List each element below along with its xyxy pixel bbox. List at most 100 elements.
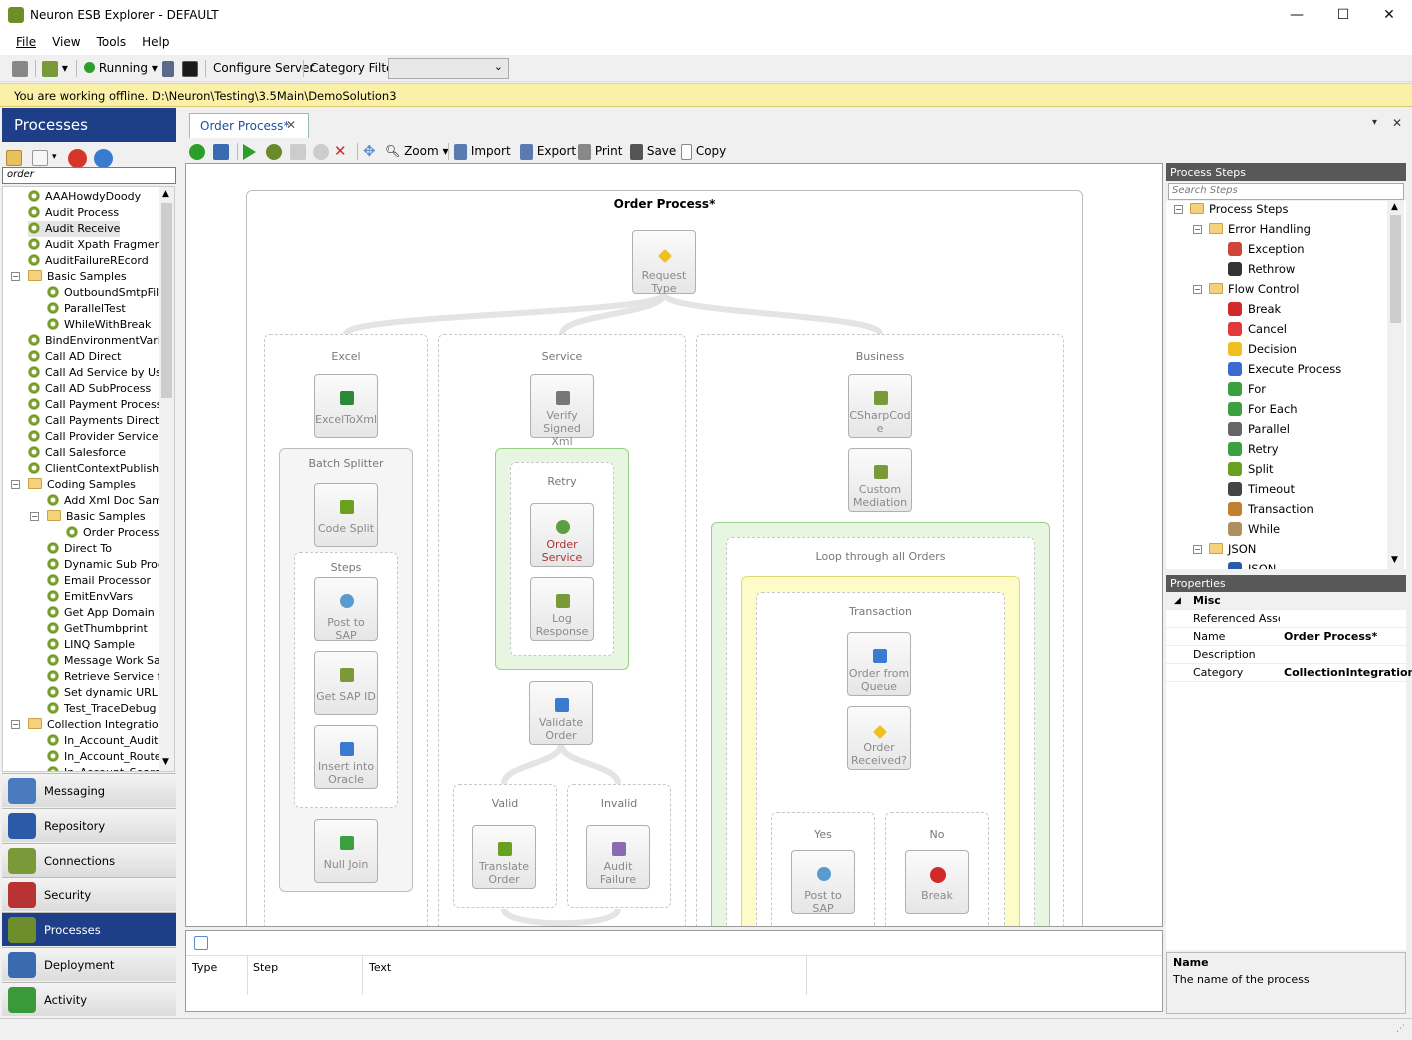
request-type-step[interactable]: Request Type [632, 230, 696, 295]
audit-failure-step[interactable]: Audit Failure [586, 825, 650, 889]
tree-item[interactable]: Retrieve Service fro [47, 669, 172, 685]
collapse-icon[interactable]: − [1193, 225, 1202, 234]
step-category[interactable]: JSON [1209, 539, 1256, 559]
tree-item[interactable]: Call Provider Services [28, 429, 164, 445]
order-from-queue-step[interactable]: Order from Queue [847, 632, 911, 696]
tree-folder[interactable]: Basic Samples [47, 509, 146, 525]
nav-messaging[interactable]: Messaging [2, 773, 176, 807]
debug-icon[interactable] [266, 143, 282, 160]
step-item[interactable]: For Each [1228, 399, 1298, 419]
copy-button[interactable]: Copy [681, 142, 726, 161]
category-filter-select[interactable]: ⌄ [388, 58, 509, 79]
tree-item[interactable]: Call Payments Directly [28, 413, 169, 429]
excel-to-xml-step[interactable]: ExcelToXml [314, 374, 378, 438]
tree-item[interactable]: AAAHowdyDoody [28, 189, 141, 205]
tree-item[interactable]: Set dynamic URL [47, 685, 158, 701]
post-to-sap-step-2[interactable]: Post to SAP [791, 850, 855, 915]
running-status[interactable]: Running ▾ [84, 59, 158, 78]
tree-item[interactable]: AuditFailureREcord [28, 253, 149, 269]
step-item[interactable]: Execute Process [1228, 359, 1341, 379]
tree-item[interactable]: Email Processor [47, 573, 151, 589]
tree-item[interactable]: EmitEnvVars [47, 589, 133, 605]
nav-activity[interactable]: Activity [2, 981, 176, 1016]
validate-icon[interactable] [189, 143, 205, 160]
new-process-icon[interactable] [32, 150, 48, 166]
configure-server-button[interactable]: Configure Server [213, 59, 314, 78]
tree-item[interactable]: Audit Xpath Fragment [28, 237, 166, 253]
step-item[interactable]: Timeout [1228, 479, 1295, 499]
step-item[interactable]: Break [1228, 299, 1281, 319]
translate-order-step[interactable]: Translate Order [472, 825, 536, 889]
stop-icon[interactable] [313, 143, 329, 160]
step-item[interactable]: While [1228, 519, 1280, 539]
tree-item[interactable]: Call Payment Processor [28, 397, 174, 413]
step-item[interactable]: Split [1228, 459, 1274, 479]
validate-order-step[interactable]: Validate Order [529, 681, 593, 745]
test-icon[interactable] [213, 143, 229, 160]
close-button[interactable]: ✕ [1366, 0, 1412, 31]
chevron-down-icon[interactable]: ▾ [52, 152, 57, 162]
menu-view[interactable]: View [44, 31, 88, 49]
tab-list-icon[interactable]: ▾ [1372, 117, 1377, 128]
delete-icon[interactable] [68, 149, 87, 168]
deploy-icon[interactable] [42, 60, 58, 77]
menu-help[interactable]: Help [134, 31, 177, 49]
info-icon[interactable] [162, 60, 174, 77]
import-button[interactable]: Import [454, 142, 511, 161]
run-icon[interactable] [243, 143, 256, 160]
collapse-icon[interactable]: − [30, 512, 39, 521]
tree-item[interactable]: Get App Domain [47, 605, 155, 621]
log-response-step[interactable]: Log Response [530, 577, 594, 641]
step-item[interactable]: Decision [1228, 339, 1297, 359]
collapse-icon[interactable]: − [1174, 205, 1183, 214]
collapse-icon[interactable]: − [1193, 285, 1202, 294]
property-row[interactable]: Category CollectionIntegration [1166, 664, 1412, 682]
step-item[interactable]: Parallel [1228, 419, 1290, 439]
nav-connections[interactable]: Connections [2, 842, 176, 877]
step-item[interactable]: Exception [1228, 239, 1305, 259]
tree-folder[interactable]: Basic Samples [28, 269, 127, 285]
tree-item[interactable]: OutboundSmtpFileN [47, 285, 174, 301]
property-row[interactable]: Description [1166, 646, 1406, 664]
step-item[interactable]: For [1228, 379, 1266, 399]
collapse-icon[interactable]: − [11, 720, 20, 729]
step-icon[interactable] [290, 143, 306, 160]
save-button[interactable]: Save [630, 142, 676, 161]
tab-order-process[interactable]: Order Process* ✕ [189, 113, 309, 139]
tree-item[interactable]: WhileWithBreak [47, 317, 151, 333]
export-button[interactable]: Export [520, 142, 576, 161]
property-row[interactable]: Name Order Process* [1166, 628, 1406, 646]
new-folder-icon[interactable] [6, 150, 22, 166]
custom-mediation-step[interactable]: Custom Mediation [848, 448, 912, 512]
resize-grip-icon[interactable]: ⋰ [1396, 1024, 1405, 1034]
tree-item[interactable]: Message Work Sam [47, 653, 172, 669]
tree-item[interactable]: Test_TraceDebug [47, 701, 157, 717]
log-col-text[interactable]: Text [369, 961, 391, 974]
get-sap-id-step[interactable]: Get SAP ID [314, 651, 378, 715]
minimize-button[interactable]: — [1274, 0, 1320, 31]
close-document-icon[interactable]: ✕ [1392, 116, 1402, 130]
tree-folder[interactable]: Coding Samples [28, 477, 136, 493]
property-row[interactable]: Referenced Assemblies [1166, 610, 1406, 628]
tree-item[interactable]: Direct To [47, 541, 112, 557]
copy-log-icon[interactable] [194, 936, 208, 950]
process-search-input[interactable]: order [2, 167, 176, 184]
tree-item[interactable]: ParallelTest [47, 301, 126, 317]
csharp-code-step[interactable]: CSharpCode [848, 374, 912, 438]
tree-folder[interactable]: Collection Integration [28, 717, 166, 733]
order-received-step[interactable]: Order Received? [847, 706, 911, 770]
step-category[interactable]: Process Steps [1190, 201, 1288, 219]
order-service-step[interactable]: Order Service [530, 503, 594, 567]
step-category[interactable]: Error Handling [1209, 219, 1311, 239]
print-button[interactable]: Print [578, 142, 622, 161]
tree-item[interactable]: LINQ Sample [47, 637, 135, 653]
collapse-icon[interactable]: − [1193, 545, 1202, 554]
tree-item[interactable]: Call AD Direct [28, 349, 121, 365]
tree-item[interactable]: Call Ad Service by User [28, 365, 173, 381]
tree-item[interactable]: Call AD SubProcess [28, 381, 151, 397]
break-step[interactable]: Break [905, 850, 969, 914]
code-split-step[interactable]: Code Split [314, 483, 378, 547]
log-col-type[interactable]: Type [192, 961, 217, 974]
nav-security[interactable]: Security [2, 877, 176, 912]
step-item[interactable]: Retry [1228, 439, 1279, 459]
